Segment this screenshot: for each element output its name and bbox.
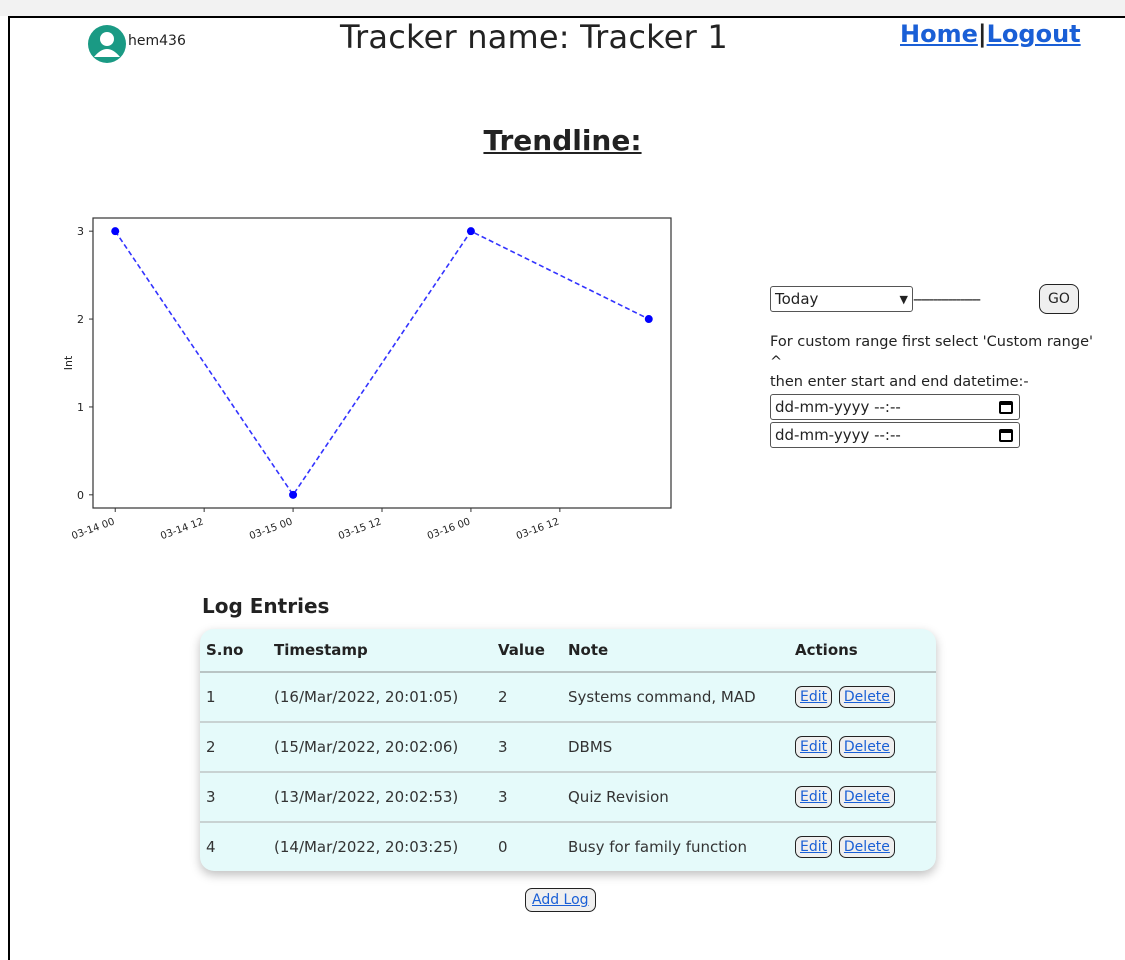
trendline-chart: 0 1 2 3 03-14 00 03-14 12 03-15 00 03-15 12 03-1… — [62, 217, 672, 542]
column-header: Timestamp — [268, 629, 492, 673]
column-header: S.no — [200, 629, 268, 673]
table-row: 4 (14/Mar/2022, 20:03:25) 0 Busy for fam… — [200, 821, 936, 871]
column-header: Value — [492, 629, 562, 673]
table-row: 2 (15/Mar/2022, 20:02:06) 3 DBMS Edit De… — [200, 721, 936, 772]
column-header: Note — [562, 629, 789, 673]
range-controls: Today ▼ ----------------- GO For custom … — [770, 284, 1125, 448]
log-table: S.no Timestamp Value Note Actions 1 (16/… — [200, 629, 936, 871]
x-tick-label: 03-15 00 — [248, 516, 294, 542]
x-tick-label: 03-16 00 — [426, 516, 472, 542]
cell-value: 3 — [492, 771, 562, 822]
data-point — [111, 227, 120, 236]
cell-sno: 2 — [200, 721, 268, 772]
delete-button[interactable]: Delete — [838, 836, 895, 858]
x-tick-label: 03-14 00 — [70, 516, 116, 542]
delete-button[interactable]: Delete — [838, 686, 895, 708]
log-entries-heading: Log Entries — [202, 594, 330, 618]
nav-separator: | — [977, 20, 987, 48]
edit-button[interactable]: Edit — [795, 686, 833, 708]
cell-timestamp: (16/Mar/2022, 20:01:05) — [274, 688, 459, 706]
edit-button[interactable]: Edit — [795, 836, 833, 858]
delete-button[interactable]: Delete — [838, 786, 895, 808]
x-tick-label: 03-15 12 — [337, 516, 383, 542]
plot-frame — [92, 217, 672, 509]
data-point — [466, 227, 475, 236]
x-tick-label: 03-14 12 — [159, 516, 205, 542]
range-row: Today ▼ ----------------- GO — [770, 284, 1125, 314]
range-select[interactable]: Today ▼ — [770, 286, 913, 312]
cell-value: 3 — [492, 721, 562, 772]
data-point — [289, 490, 298, 499]
username-label: hem436 — [128, 33, 186, 49]
edit-button[interactable]: Edit — [795, 786, 833, 808]
cell-note: Systems command, MAD — [568, 688, 756, 706]
add-log-button[interactable]: Add Log — [525, 888, 596, 912]
table-row: 1 (16/Mar/2022, 20:01:05) 2 Systems comm… — [200, 672, 936, 722]
cell-actions: Edit Delete — [789, 672, 936, 722]
home-link[interactable]: Home — [900, 20, 978, 48]
y-tick-label: 2 — [77, 313, 84, 326]
start-datetime-placeholder: dd-mm-yyyy --:-- — [775, 398, 901, 416]
calendar-icon[interactable] — [999, 400, 1013, 414]
go-button[interactable]: GO — [1039, 284, 1079, 314]
cell-note: Quiz Revision — [562, 771, 789, 822]
log-table-card: S.no Timestamp Value Note Actions 1 (16/… — [200, 629, 936, 871]
hint-caret: ^ — [770, 354, 783, 370]
table-row: 3 (13/Mar/2022, 20:02:53) 3 Quiz Revisio… — [200, 771, 936, 822]
hint-line-2: then enter start and end datetime:- — [770, 374, 1029, 390]
delete-button[interactable]: Delete — [838, 736, 895, 758]
edit-button[interactable]: Edit — [795, 736, 833, 758]
custom-range-hint: For custom range first select 'Custom ra… — [770, 332, 1125, 392]
cell-value: 2 — [498, 688, 508, 706]
series-line — [114, 230, 650, 497]
cell-actions: Edit Delete — [789, 821, 936, 871]
cell-note: Busy for family function — [562, 821, 789, 871]
cell-timestamp: (14/Mar/2022, 20:03:25) — [268, 821, 492, 871]
end-datetime-placeholder: dd-mm-yyyy --:-- — [775, 426, 901, 444]
calendar-icon[interactable] — [999, 428, 1013, 442]
logout-link[interactable]: Logout — [987, 20, 1081, 48]
range-select-value: Today — [775, 290, 819, 308]
table-header-row: S.no Timestamp Value Note Actions — [200, 629, 936, 673]
cell-sno: 3 — [200, 771, 268, 822]
cell-actions: Edit Delete — [789, 771, 936, 822]
data-point — [644, 315, 653, 324]
end-datetime-input[interactable]: dd-mm-yyyy --:-- — [770, 422, 1020, 448]
y-tick-label: 0 — [77, 489, 84, 502]
cell-sno: 1 — [206, 688, 216, 706]
chevron-down-icon: ▼ — [899, 292, 908, 306]
cell-timestamp: (15/Mar/2022, 20:02:06) — [268, 721, 492, 772]
user-avatar-icon[interactable] — [87, 24, 127, 64]
cell-timestamp: (13/Mar/2022, 20:02:53) — [268, 771, 492, 822]
x-tick-label: 03-16 12 — [515, 516, 561, 542]
browser-top-strip — [0, 0, 1125, 16]
cell-actions: Edit Delete — [789, 721, 936, 772]
trendline-heading: Trendline: — [483, 124, 642, 157]
column-header: Actions — [789, 629, 936, 673]
y-tick-label: 1 — [77, 401, 84, 414]
y-tick-label: 3 — [77, 225, 84, 238]
start-datetime-input[interactable]: dd-mm-yyyy --:-- — [770, 394, 1020, 420]
page-title: Tracker name: Tracker 1 — [340, 18, 728, 56]
cell-sno: 4 — [200, 821, 268, 871]
y-axis-label: Int — [62, 355, 75, 370]
top-nav: Home|Logout — [900, 20, 1081, 48]
hint-line-1: For custom range first select 'Custom ra… — [770, 334, 1093, 350]
cell-note: DBMS — [562, 721, 789, 772]
range-dashes: ----------------- — [913, 290, 981, 308]
cell-value: 0 — [492, 821, 562, 871]
